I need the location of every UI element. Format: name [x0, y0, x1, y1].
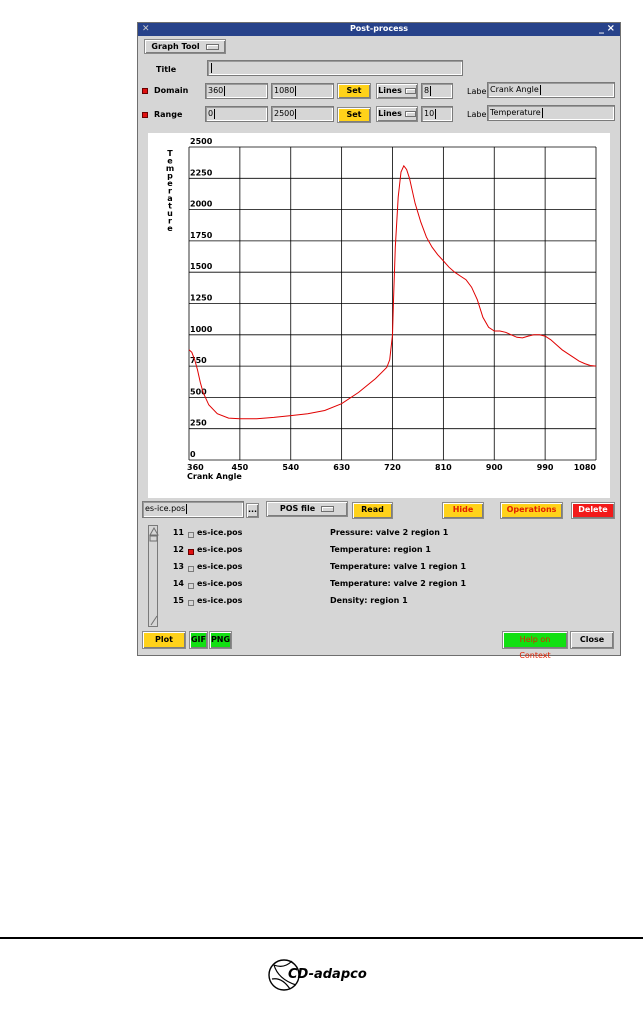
list-item-file: es-ice.pos — [197, 579, 243, 588]
domain-lines-label: Lines — [378, 86, 402, 95]
range-label: Range — [154, 110, 183, 119]
y-axis-label: Temperature — [166, 149, 174, 233]
plot-button[interactable]: Plot — [142, 631, 186, 649]
domain-min-input[interactable]: 360 — [205, 83, 268, 99]
list-item-file: es-ice.pos — [197, 545, 243, 554]
title-bar[interactable]: ✕ Post-process _ × — [138, 23, 620, 36]
x-tick-label: 810 — [435, 463, 452, 472]
domain-set-button[interactable]: Set — [337, 83, 371, 99]
title-input[interactable] — [207, 60, 463, 76]
y-tick-label: 250 — [190, 419, 207, 428]
minimize-button[interactable]: _ — [599, 23, 604, 34]
list-item-checkbox[interactable] — [188, 600, 194, 606]
range-min-input[interactable]: 0 — [205, 106, 268, 122]
x-tick-label: 900 — [486, 463, 503, 472]
title-label: Title — [156, 65, 177, 74]
domain-toggle[interactable] — [142, 88, 148, 94]
list-item-description: Temperature: valve 1 region 1 — [330, 562, 467, 571]
operations-button[interactable]: Operations — [500, 502, 563, 519]
logo-text: CD-adapco — [288, 967, 367, 982]
range-lines-input[interactable]: 10 — [421, 106, 453, 122]
list-item-file: es-ice.pos — [197, 596, 243, 605]
option-menu-icon — [321, 505, 335, 512]
list-item[interactable]: 13 es-ice.pos Temperature: valve 1 region … — [148, 562, 610, 578]
x-tick-label: 540 — [282, 463, 299, 472]
delete-button[interactable]: Delete — [571, 502, 615, 519]
list-item-description: Temperature: region 1 — [330, 545, 431, 554]
list-item-checkbox[interactable] — [188, 566, 194, 572]
domain-lines-selector[interactable]: Lines — [376, 83, 418, 99]
y-tick-label: 2250 — [190, 168, 213, 177]
list-item[interactable]: 12 es-ice.pos Temperature: region 1 — [148, 545, 610, 561]
list-item-number: 15 — [172, 596, 184, 605]
range-axis-label-input[interactable]: Temperature — [487, 105, 615, 121]
domain-axis-label-input[interactable]: Crank Angle — [487, 82, 615, 98]
x-tick-label: 1080 — [574, 463, 597, 472]
footer-rule — [0, 937, 643, 939]
option-menu-icon — [205, 43, 219, 50]
x-tick-label: 630 — [333, 463, 350, 472]
tool-selector-label: Graph Tool — [151, 42, 200, 51]
list-item-checkbox[interactable] — [188, 532, 194, 538]
list-item[interactable]: 14 es-ice.pos Temperature: valve 2 region … — [148, 579, 610, 595]
range-lines-selector[interactable]: Lines — [376, 106, 418, 122]
x-tick-label: 990 — [537, 463, 554, 472]
range-lines-label: Lines — [378, 109, 402, 118]
browse-button[interactable]: ... — [246, 503, 259, 518]
list-item[interactable]: 11 es-ice.pos Pressure: valve 2 region 1 — [148, 528, 610, 544]
list-item-file: es-ice.pos — [197, 528, 243, 537]
y-tick-label: 1500 — [190, 262, 213, 271]
read-button[interactable]: Read — [352, 502, 393, 519]
list-item-description: Pressure: valve 2 region 1 — [330, 528, 449, 537]
file-type-label: POS file — [279, 504, 316, 513]
range-set-button[interactable]: Set — [337, 107, 371, 123]
file-type-selector[interactable]: POS file — [266, 501, 348, 517]
list-item-file: es-ice.pos — [197, 562, 243, 571]
range-max-input[interactable]: 2500 — [271, 106, 334, 122]
help-on-context-button[interactable]: Help on Context — [502, 631, 568, 660]
domain-label-caption: Label — [467, 87, 489, 96]
y-tick-label: 1250 — [190, 294, 213, 303]
post-process-window: ✕ Post-process _ × Graph Tool Title Doma… — [137, 22, 621, 660]
tool-selector[interactable]: Graph Tool — [144, 39, 226, 54]
y-tick-label: 2000 — [190, 200, 213, 209]
list-item-checkbox[interactable] — [188, 549, 194, 555]
option-menu-icon — [404, 87, 416, 94]
range-toggle[interactable] — [142, 112, 148, 118]
x-axis-label: Crank Angle — [187, 472, 242, 481]
list-item-checkbox[interactable] — [188, 583, 194, 589]
list-item-number: 12 — [172, 545, 184, 554]
domain-max-input[interactable]: 1080 — [271, 83, 334, 99]
company-logo: CD-adapco — [266, 957, 386, 993]
temperature-chart: 360 450 540 630 720 810 900 990 1080025050075010… — [166, 137, 597, 481]
hide-button[interactable]: Hide — [442, 502, 484, 519]
window-title: Post-process — [349, 24, 409, 33]
plot-area: 360 450 540 630 720 810 900 990 1080 0 250 500 750 10… — [148, 133, 610, 498]
y-tick-label: 2500 — [190, 137, 213, 146]
y-tick-label: 750 — [190, 356, 207, 365]
y-tick-label: 1000 — [190, 325, 213, 334]
range-label-caption: Label — [467, 110, 489, 119]
list-item-number: 11 — [172, 528, 184, 537]
list-item-number: 13 — [172, 562, 184, 571]
list-item-description: Density: region 1 — [330, 596, 408, 605]
close-window-button[interactable]: × — [607, 23, 615, 34]
file-path-input[interactable]: es-ice.pos — [142, 501, 244, 518]
dataset-list: 11 es-ice.pos Pressure: valve 2 region 1 12… — [148, 525, 610, 627]
list-item-description: Temperature: valve 2 region 1 — [330, 579, 467, 588]
x-tick-label: 720 — [384, 463, 401, 472]
y-tick-label: 0 — [190, 450, 196, 459]
list-item[interactable]: 15 es-ice.pos Density: region 1 — [148, 596, 610, 612]
option-menu-icon — [404, 110, 416, 117]
domain-lines-input[interactable]: 8 — [421, 83, 453, 99]
close-button[interactable]: Close — [570, 631, 614, 649]
y-tick-label: 1750 — [190, 231, 213, 240]
domain-label: Domain — [154, 86, 189, 95]
gif-button[interactable]: GIF — [189, 631, 208, 649]
list-item-number: 14 — [172, 579, 184, 588]
x-tick-label: 450 — [232, 463, 249, 472]
png-button[interactable]: PNG — [209, 631, 232, 649]
x-tick-label: 360 — [187, 463, 204, 472]
